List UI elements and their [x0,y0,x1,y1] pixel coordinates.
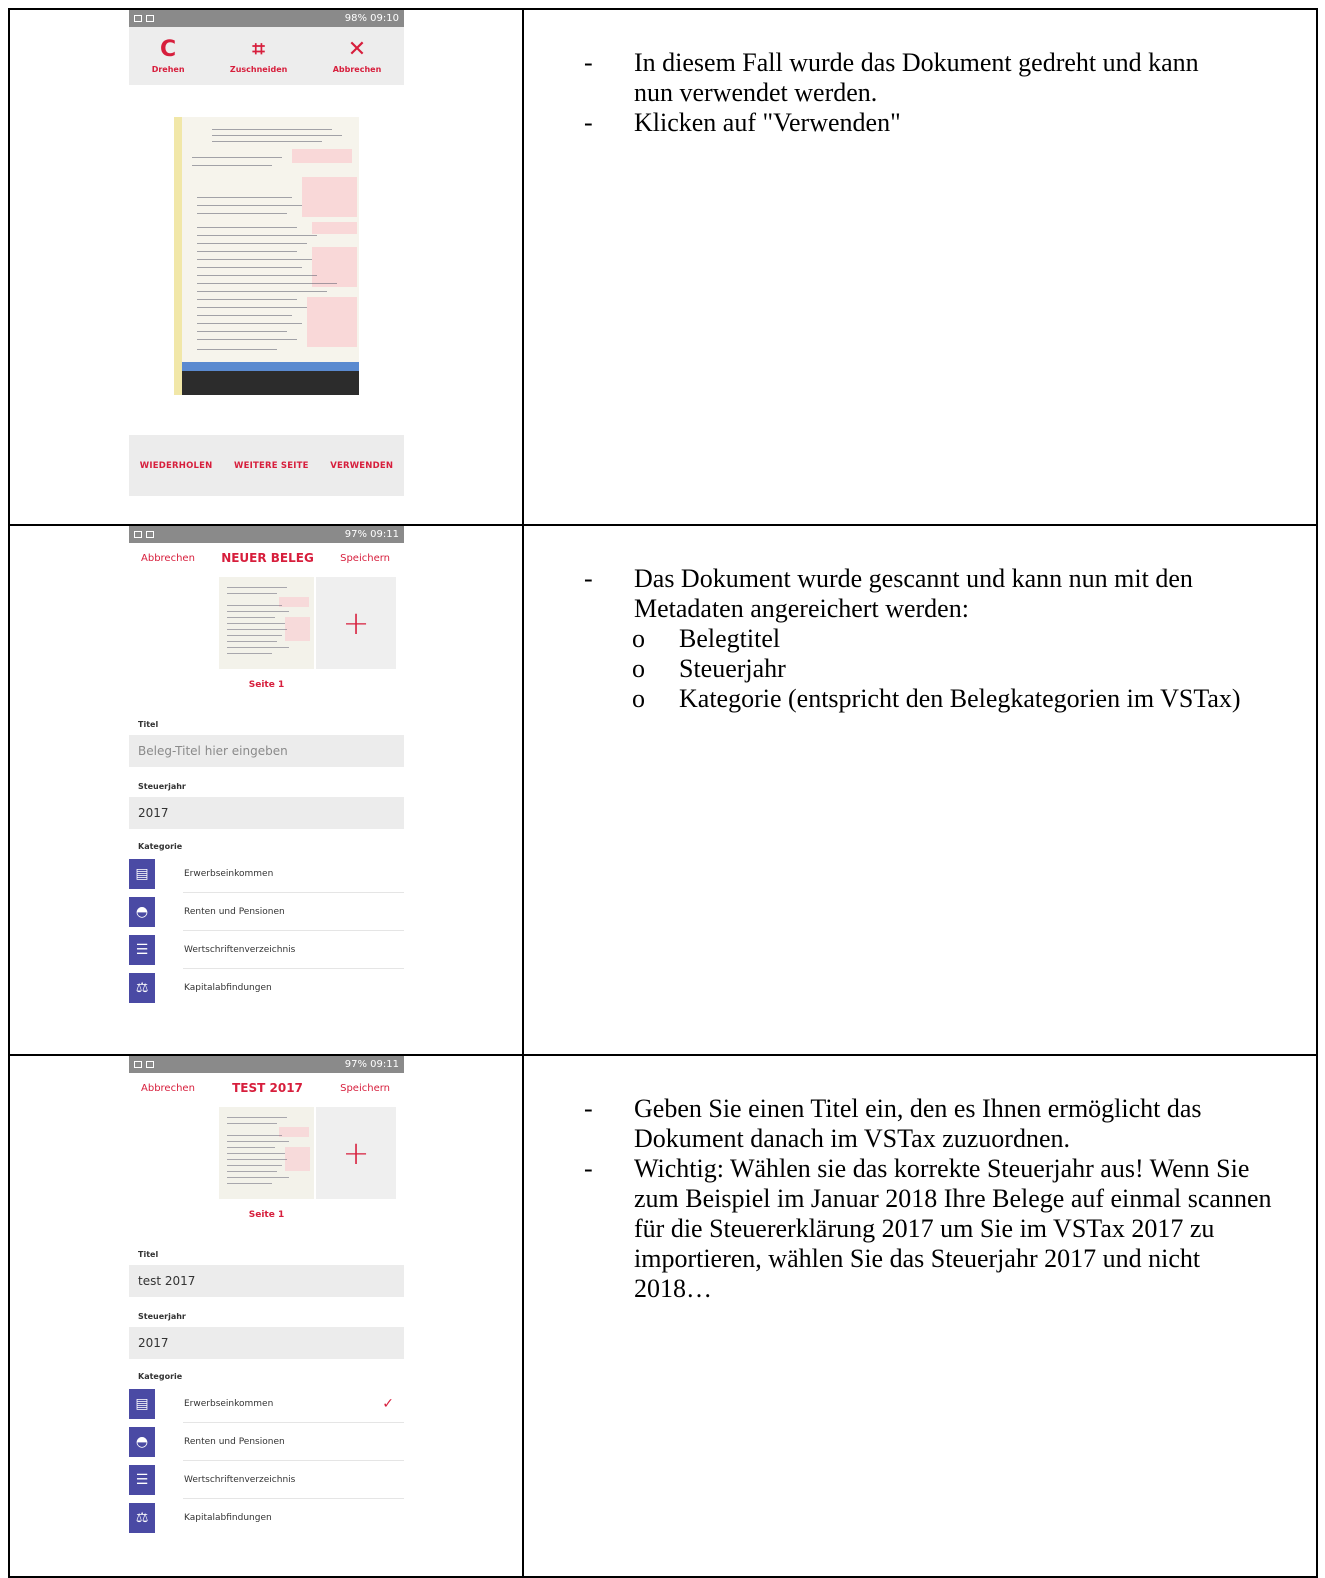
screenshot-cell: 97% 09:11 Abbrechen TEST 2017 Speichern [8,1054,524,1578]
bullet-item: - Geben Sie einen Titel ein, den es Ihnen… [584,1094,1202,1153]
title-label: Titel [138,1250,159,1259]
crop-button[interactable]: ⌗ Zuschneiden [229,36,288,74]
add-page-button[interactable]: + [316,577,396,669]
status-bar: 98% 09:10 [129,10,404,27]
next-page-button[interactable]: WEITERE SEITE [234,461,309,471]
use-button[interactable]: VERWENDEN [330,461,393,471]
category-item[interactable]: ▤ Erwerbseinkommen ✓ [129,1385,404,1423]
crop-label: Zuschneiden [229,64,288,74]
document-icon: ▤ [129,859,155,889]
category-item[interactable]: ⚖ Kapitalabfindungen [129,969,404,1007]
description-cell: - Das Dokument wurde gescannt und kann nu… [522,524,1318,1056]
repeat-button[interactable]: WIEDERHOLEN [140,461,213,471]
page-thumbnails: + [129,573,404,673]
screenshot-cell: 97% 09:11 Abbrechen NEUER BELEG Speicher… [8,524,524,1056]
cancel-label: Abbrechen [332,64,382,74]
scan-action-bar: WIEDERHOLEN WEITERE SEITE VERWENDEN [129,435,404,496]
app-header: Abbrechen TEST 2017 Speichern [129,1073,404,1103]
save-button[interactable]: Speichern [340,553,390,564]
page-thumbnail[interactable] [219,1107,314,1199]
category-item[interactable]: ▤ Erwerbseinkommen [129,855,404,893]
close-icon: ✕ [347,36,367,62]
category-item[interactable]: ◓ Renten und Pensionen [129,893,404,931]
app-header: Abbrechen NEUER BELEG Speichern [129,543,404,573]
page-title: TEST 2017 [232,1081,303,1095]
category-label: Kategorie [138,1372,183,1381]
document-icon: ▤ [129,1389,155,1419]
tax-year-field[interactable]: 2017 [129,797,404,829]
bullet-item: - Das Dokument wurde gescannt und kann nu… [584,564,1193,623]
category-item[interactable]: ⚖ Kapitalabfindungen [129,1499,404,1537]
description-cell: - In diesem Fall wurde das Dokument gedre… [522,8,1318,526]
plus-icon: + [342,1134,370,1172]
page-title: NEUER BELEG [221,551,314,565]
cancel-button[interactable]: Abbrechen [141,1083,195,1094]
phone-screenshot-test-2017: 97% 09:11 Abbrechen TEST 2017 Speichern [129,1056,404,1558]
securities-list-icon: ☰ [129,935,155,965]
status-bar: 97% 09:11 [129,1056,404,1073]
description-cell: - Geben Sie einen Titel ein, den es Ihnen… [522,1054,1318,1578]
page-thumbnails: + [129,1103,404,1203]
scanned-document-image [174,117,359,395]
category-item[interactable]: ☰ Wertschriftenverzeichnis [129,1461,404,1499]
tax-year-label: Steuerjahr [138,1312,186,1321]
sub-item: o Kategorie (entspricht den Belegkategori… [632,684,1241,713]
cancel-button[interactable]: ✕ Abbrechen [332,36,382,74]
category-label: Kategorie [138,842,183,851]
checkmark-icon: ✓ [382,1396,394,1412]
title-input[interactable]: test 2017 [129,1265,404,1297]
status-text: 98% 09:10 [344,13,399,24]
tax-year-label: Steuerjahr [138,782,186,791]
cancel-button[interactable]: Abbrechen [141,553,195,564]
bullet-item: - Klicken auf "Verwenden" [584,108,901,137]
hat-icon: ◓ [129,897,155,927]
add-page-button[interactable]: + [316,1107,396,1199]
table-row: 98% 09:10 C Drehen ⌗ Zuschneiden ✕ Abbre… [8,8,1318,526]
phone-screenshot-new-receipt: 97% 09:11 Abbrechen NEUER BELEG Speicher… [129,526,404,1028]
status-text: 97% 09:11 [344,529,399,540]
document-table: 98% 09:10 C Drehen ⌗ Zuschneiden ✕ Abbre… [8,8,1318,1578]
screenshot-cell: 98% 09:10 C Drehen ⌗ Zuschneiden ✕ Abbre… [8,8,524,526]
rotate-icon: C [160,36,177,62]
save-button[interactable]: Speichern [340,1083,390,1094]
page-label: Seite 1 [248,1210,285,1220]
phone-screenshot-scan: 98% 09:10 C Drehen ⌗ Zuschneiden ✕ Abbre… [129,10,404,496]
rotate-button[interactable]: C Drehen [151,36,185,74]
scale-icon: ⚖ [129,1503,155,1533]
edit-toolbar: C Drehen ⌗ Zuschneiden ✕ Abbrechen [129,27,404,85]
sub-item: o Belegtitel [632,624,781,653]
table-row: 97% 09:11 Abbrechen NEUER BELEG Speicher… [8,524,1318,1056]
status-bar: 97% 09:11 [129,526,404,543]
page-thumbnail[interactable] [219,577,314,669]
description-text: - Geben Sie einen Titel ein, den es Ihnen… [584,1094,1284,1304]
category-item[interactable]: ◓ Renten und Pensionen [129,1423,404,1461]
rotate-label: Drehen [151,64,185,74]
description-text: - Das Dokument wurde gescannt und kann nu… [584,564,1274,714]
description-text: - In diesem Fall wurde das Dokument gedre… [584,48,1234,138]
hat-icon: ◓ [129,1427,155,1457]
scale-icon: ⚖ [129,973,155,1003]
title-label: Titel [138,720,159,729]
bullet-item: - In diesem Fall wurde das Dokument gedre… [584,48,1199,107]
tax-year-field[interactable]: 2017 [129,1327,404,1359]
securities-list-icon: ☰ [129,1465,155,1495]
plus-icon: + [342,604,370,642]
crop-icon: ⌗ [252,36,265,62]
category-item[interactable]: ☰ Wertschriftenverzeichnis [129,931,404,969]
table-row: 97% 09:11 Abbrechen TEST 2017 Speichern [8,1054,1318,1578]
title-input[interactable]: Beleg-Titel hier eingeben [129,735,404,767]
page-label: Seite 1 [248,680,285,690]
status-text: 97% 09:11 [344,1059,399,1070]
bullet-item: - Wichtig: Wählen sie das korrekte Steuer… [584,1154,1272,1303]
sub-item: o Steuerjahr [632,654,786,683]
